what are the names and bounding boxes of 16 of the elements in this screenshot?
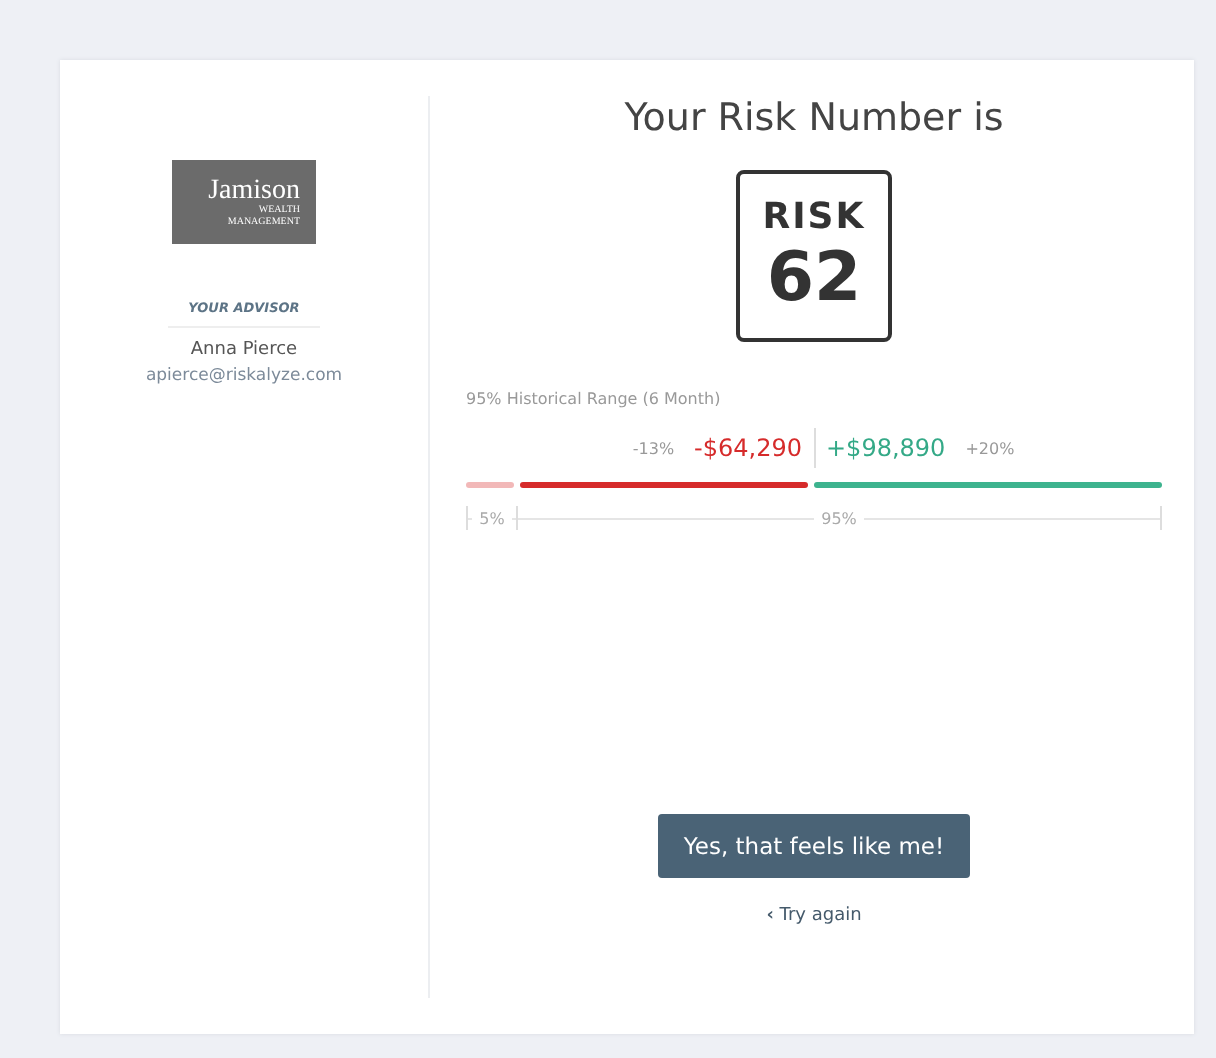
sign-label: RISK (762, 196, 866, 240)
scale-label: 5% (471, 509, 513, 527)
gain-amount: +$98,890 (826, 434, 946, 462)
logo-name: Jamison (208, 175, 300, 205)
advisor-name: Anna Pierce (190, 340, 298, 360)
tail-bar (466, 482, 514, 488)
confirm-button[interactable]: Yes, that feels like me! (657, 814, 971, 878)
risk-number: 62 (766, 240, 862, 316)
range-caption: 95% Historical Range (6 Month) (466, 390, 723, 408)
scale-label: 95% (813, 509, 865, 527)
loss-percent: -13% (632, 439, 675, 457)
gain-percent: +20% (965, 439, 1015, 457)
try-again-link[interactable]: ‹ Try again (766, 906, 862, 926)
advisor-email: apierce@riskalyze.com (145, 366, 343, 386)
result-title: Your Risk Number is (624, 96, 1004, 140)
loss-amount: -$64,290 (694, 434, 802, 462)
